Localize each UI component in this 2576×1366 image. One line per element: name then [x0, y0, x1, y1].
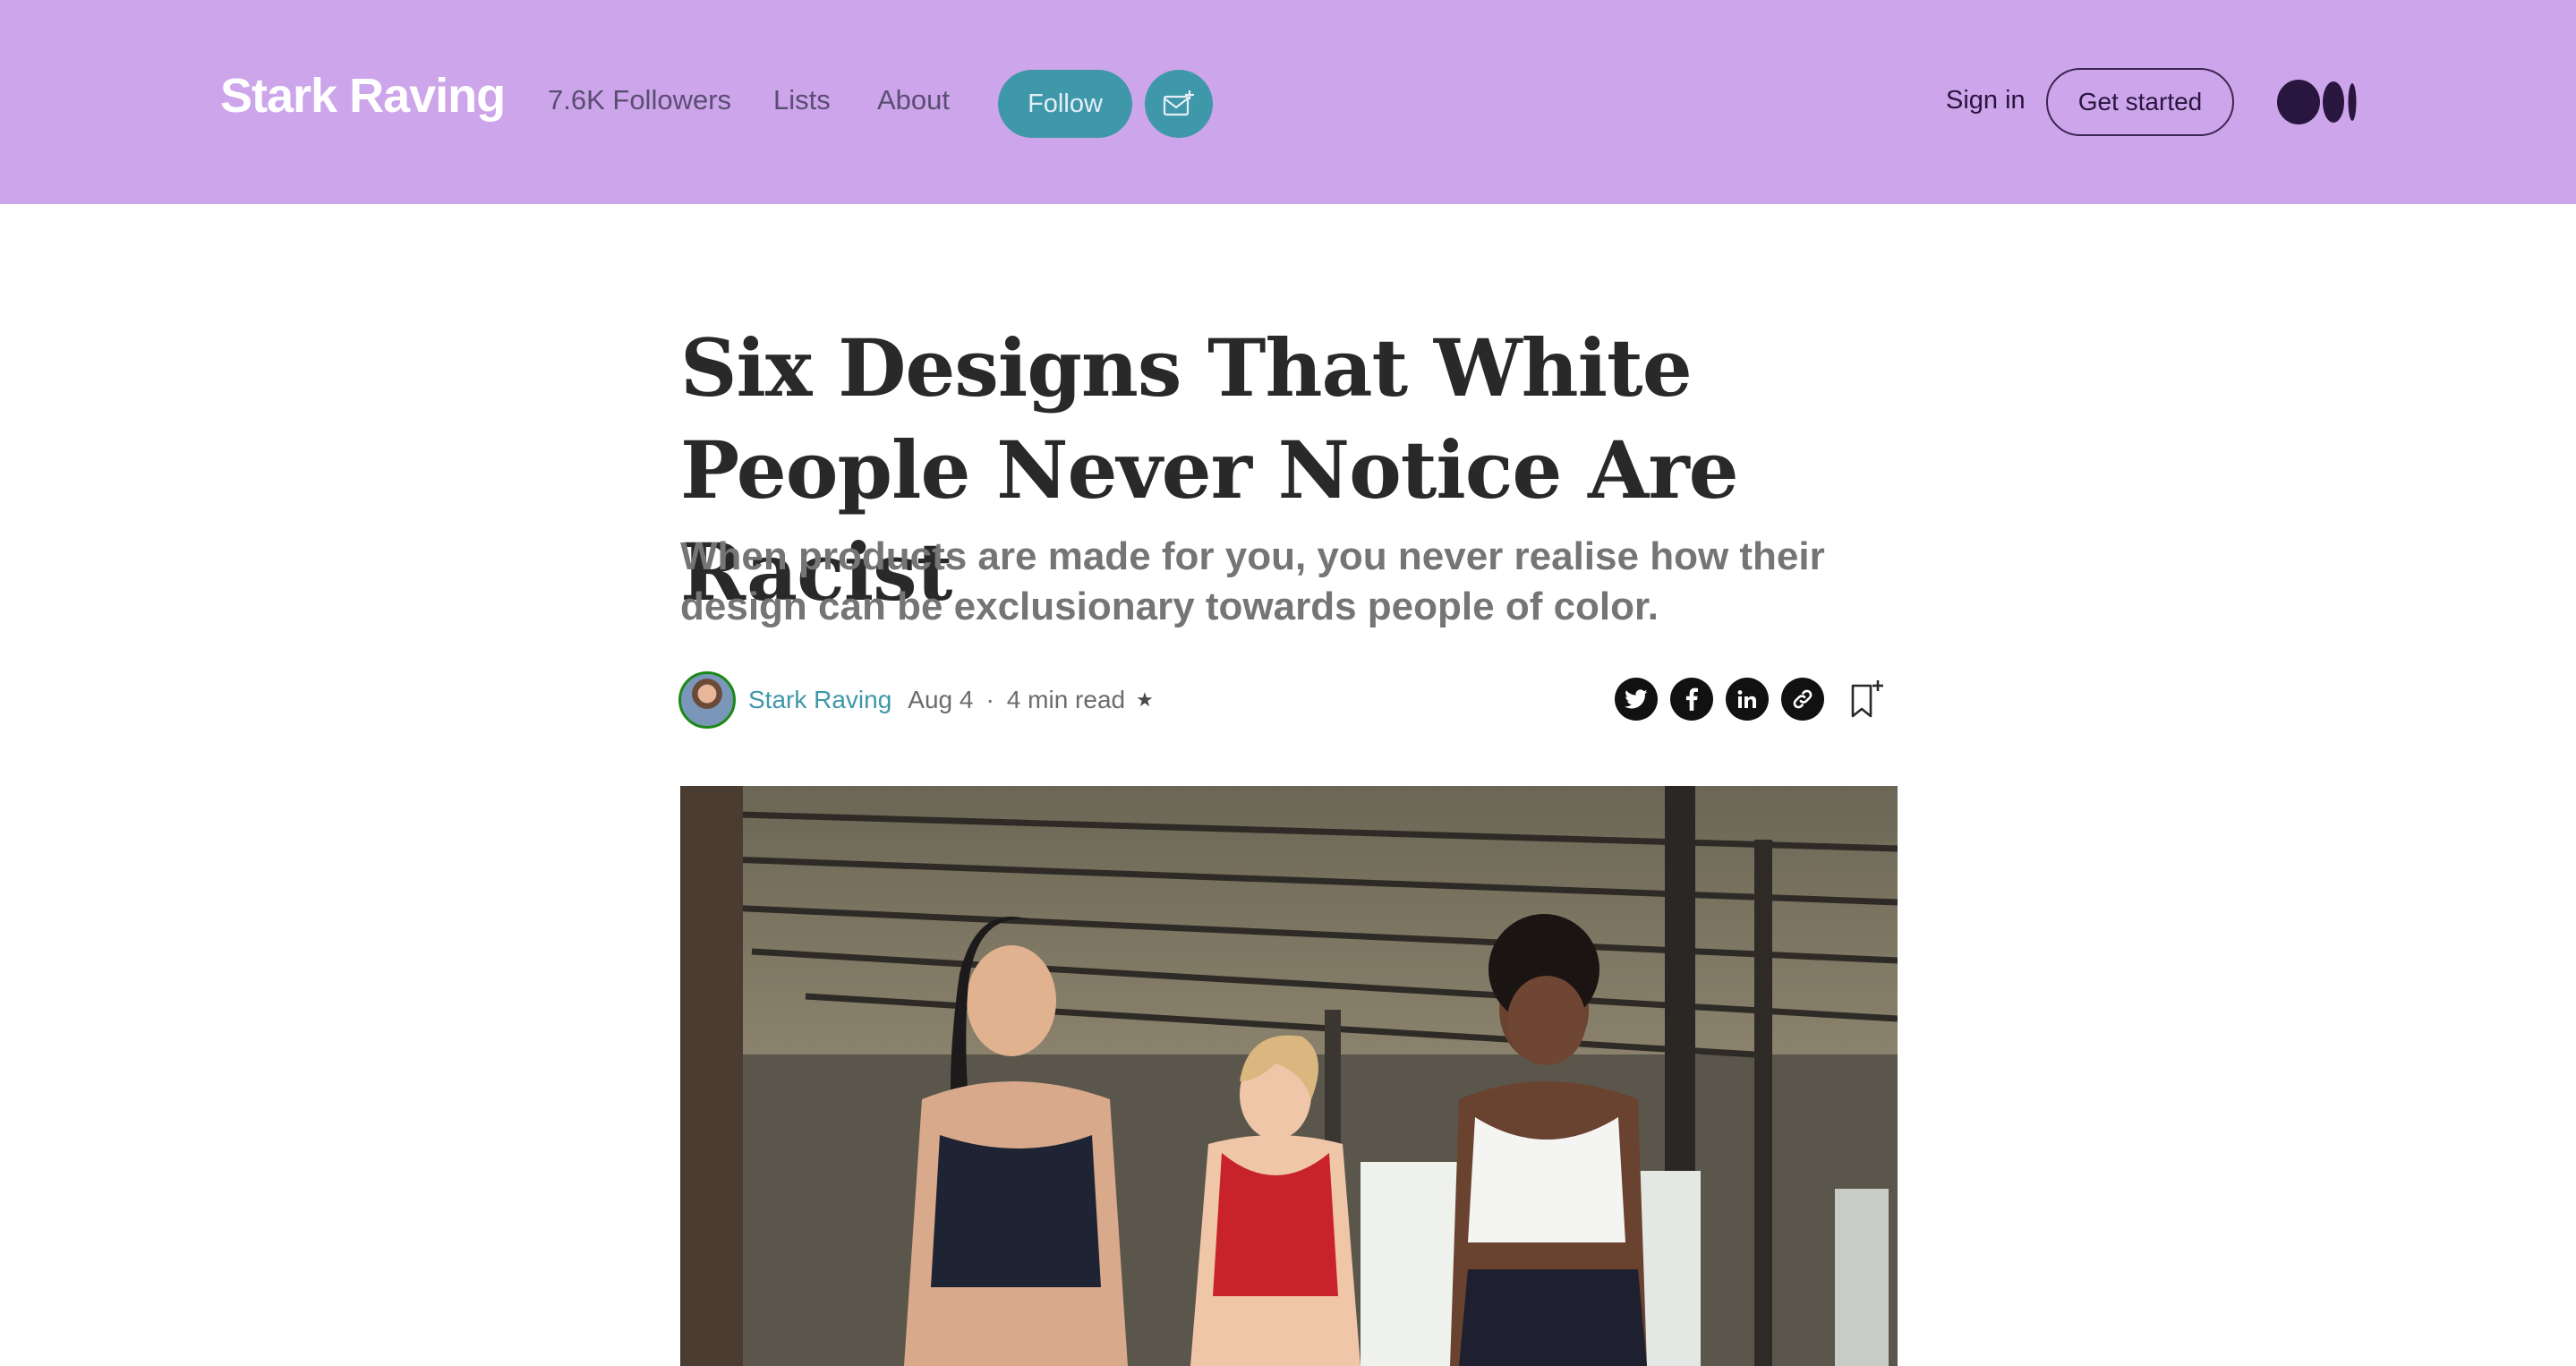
- facebook-icon: [1685, 687, 1698, 711]
- subscribe-button[interactable]: [1145, 70, 1213, 138]
- article-meta: Stark Raving Aug 4 · 4 min read ★: [678, 670, 1154, 730]
- lists-link[interactable]: Lists: [773, 84, 831, 116]
- twitter-icon: [1625, 689, 1648, 709]
- medium-logo-icon[interactable]: [2277, 79, 2358, 125]
- hero-photo-illustration: [680, 786, 1898, 1366]
- share-linkedin-button[interactable]: [1726, 678, 1769, 721]
- linkedin-icon: [1737, 690, 1756, 708]
- meta-separator: ·: [985, 686, 994, 713]
- link-icon: [1793, 689, 1813, 709]
- publish-date: Aug 4: [908, 686, 974, 713]
- publication-header: Stark Raving 7.6K Followers Lists About …: [0, 0, 2576, 204]
- share-facebook-button[interactable]: [1670, 678, 1713, 721]
- read-time: 4 min read: [1006, 686, 1126, 713]
- article-hero-image: [680, 786, 1898, 1366]
- follow-button[interactable]: Follow: [998, 70, 1132, 138]
- get-started-button[interactable]: Get started: [2046, 68, 2234, 136]
- author-avatar[interactable]: [678, 671, 736, 729]
- followers-link[interactable]: 7.6K Followers: [548, 84, 731, 116]
- bookmark-add-icon[interactable]: [1849, 679, 1885, 720]
- mail-plus-icon: [1163, 90, 1194, 116]
- about-link[interactable]: About: [877, 84, 950, 116]
- copy-link-button[interactable]: [1781, 678, 1824, 721]
- author-name[interactable]: Stark Raving: [748, 686, 891, 714]
- article-subtitle: When products are made for you, you neve…: [680, 534, 1825, 628]
- member-only-star-icon: ★: [1136, 688, 1154, 711]
- sign-in-link[interactable]: Sign in: [1946, 86, 2026, 115]
- publication-logo[interactable]: Stark Raving: [220, 68, 506, 124]
- share-twitter-button[interactable]: [1615, 678, 1658, 721]
